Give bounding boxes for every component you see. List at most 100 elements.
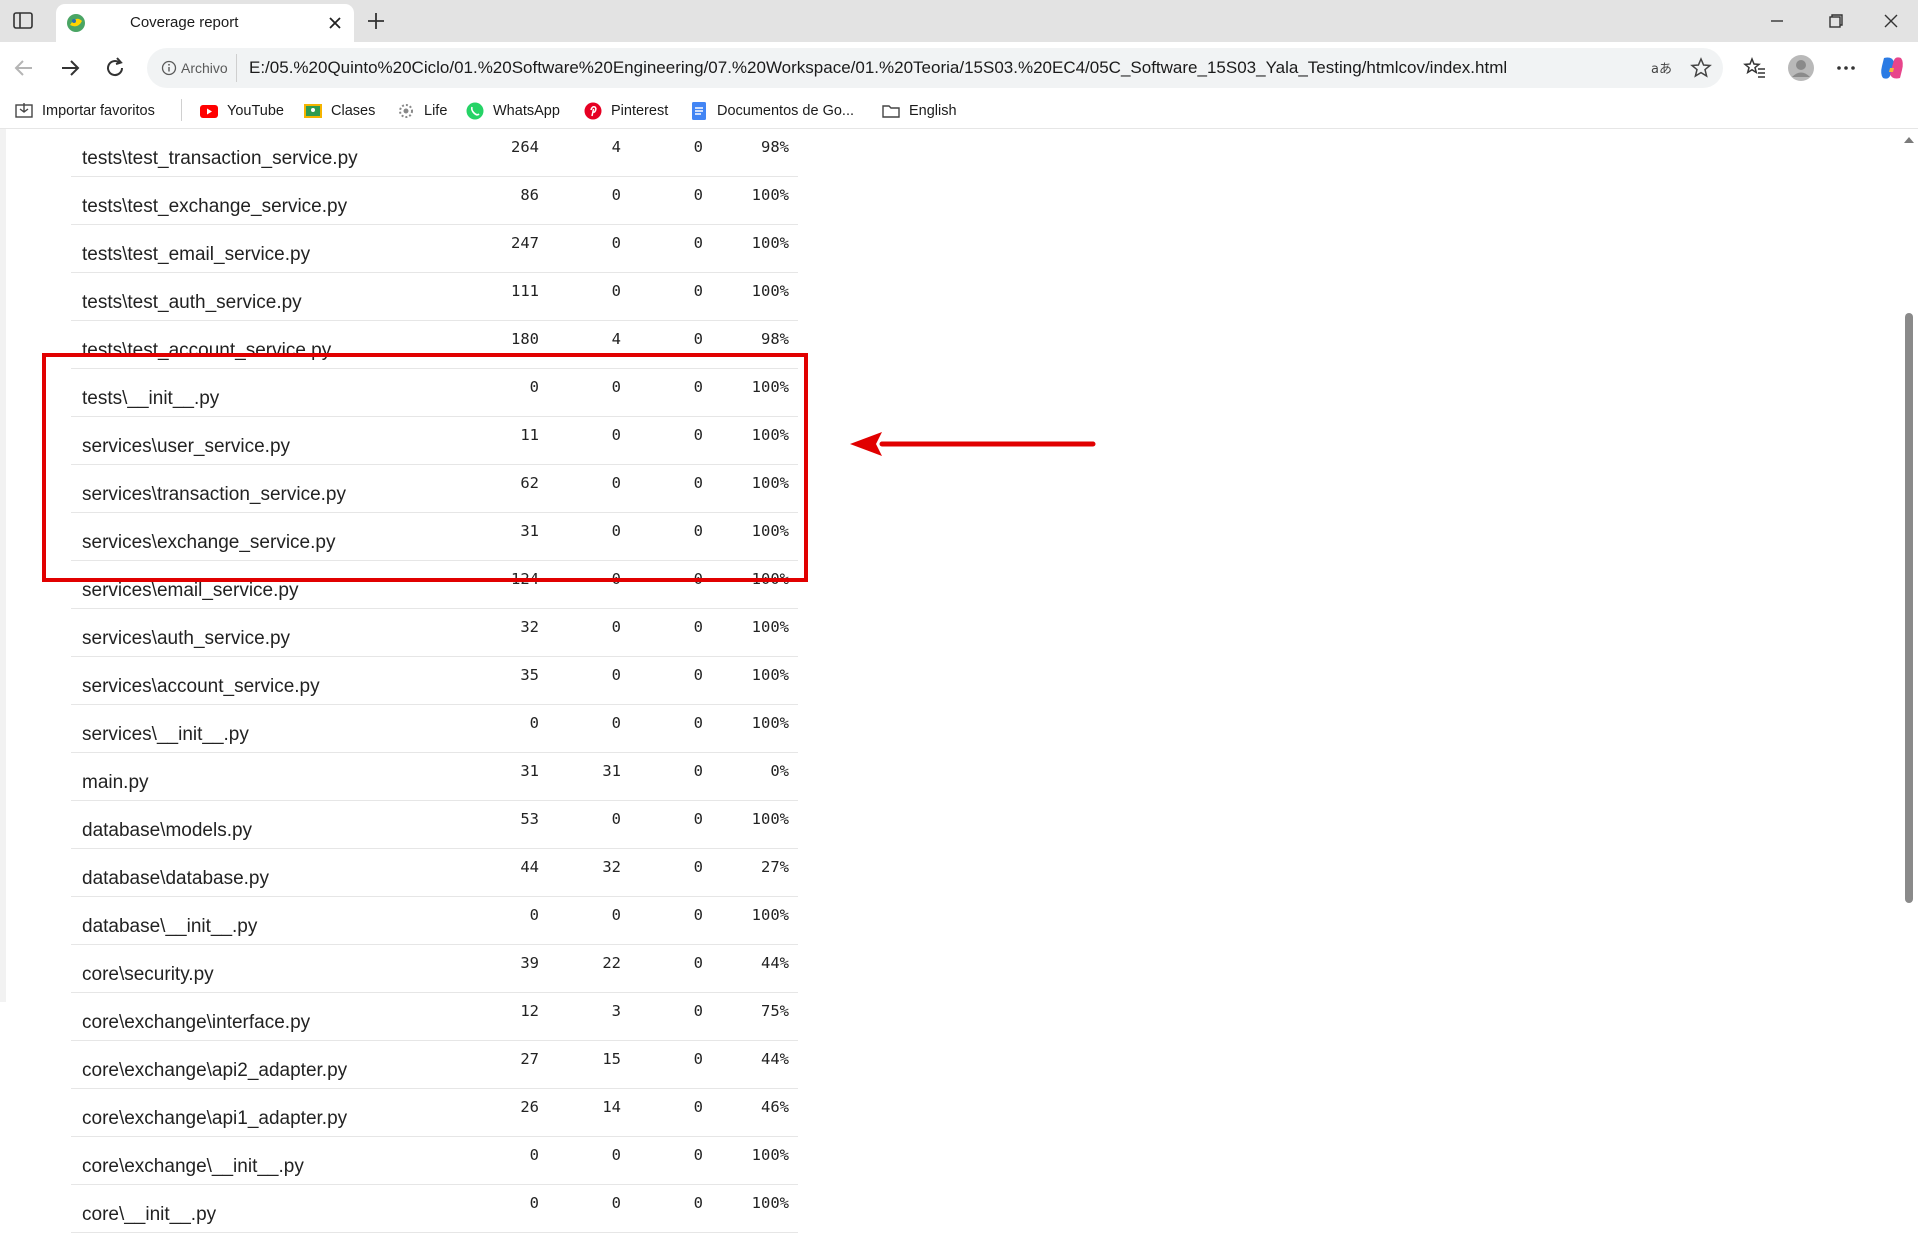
annotation-arrow-icon — [850, 432, 1096, 456]
whatsapp-icon — [465, 101, 485, 121]
excluded-cell: 0 — [621, 896, 703, 945]
file-name-cell[interactable]: core\exchange\interface.py — [71, 992, 457, 1041]
profile-avatar-icon[interactable] — [1787, 54, 1814, 81]
statements-cell: 12 — [457, 992, 539, 1041]
annotation-highlight-box — [42, 353, 808, 582]
missing-cell: 0 — [539, 1184, 621, 1233]
file-name-cell[interactable]: core\__init__.py — [71, 1184, 457, 1233]
file-name-cell[interactable]: core\security.py — [71, 944, 457, 993]
fav-label: Life — [424, 103, 448, 119]
table-row: core\exchange\interface.py 12 3 0 75% — [71, 992, 798, 1041]
youtube-icon — [199, 101, 219, 121]
excluded-cell: 0 — [621, 992, 703, 1041]
file-name-cell[interactable]: core\exchange\api1_adapter.py — [71, 1088, 457, 1137]
reload-icon[interactable] — [102, 55, 128, 81]
address-bar[interactable]: Archivo E:/05.%20Quinto%20Ciclo/01.%20So… — [147, 48, 1723, 88]
back-icon[interactable] — [11, 55, 37, 81]
folder-icon — [881, 101, 901, 121]
missing-cell: 15 — [539, 1040, 621, 1089]
fav-importar-favoritos[interactable]: Importar favoritos — [14, 100, 155, 122]
fav-pinterest[interactable]: Pinterest — [583, 100, 668, 122]
coverage-cell: 98% — [703, 129, 798, 177]
file-name-cell[interactable]: tests\test_transaction_service.py — [71, 129, 457, 177]
table-row: database\database.py 44 32 0 27% — [71, 848, 798, 897]
file-name-cell[interactable]: tests\test_email_service.py — [71, 224, 457, 273]
missing-cell: 22 — [539, 944, 621, 993]
favorite-star-icon[interactable] — [1689, 56, 1713, 80]
excluded-cell: 0 — [621, 176, 703, 225]
url-text[interactable]: E:/05.%20Quinto%20Ciclo/01.%20Software%2… — [249, 58, 1507, 78]
new-tab-icon[interactable] — [364, 9, 388, 33]
table-row: services\__init__.py 0 0 0 100% — [71, 704, 798, 753]
excluded-cell: 0 — [621, 704, 703, 753]
forward-icon[interactable] — [57, 55, 83, 81]
coverage-cell: 44% — [703, 1040, 798, 1089]
table-row: database\models.py 53 0 0 100% — [71, 800, 798, 849]
favorites-divider — [181, 99, 182, 121]
excluded-cell: 0 — [621, 656, 703, 705]
fav-whatsapp[interactable]: WhatsApp — [465, 100, 560, 122]
excluded-cell: 0 — [621, 129, 703, 177]
close-window-icon[interactable] — [1876, 8, 1906, 34]
close-tab-icon[interactable] — [324, 12, 346, 34]
restore-icon[interactable] — [1820, 8, 1850, 34]
file-name-cell[interactable]: tests\test_exchange_service.py — [71, 176, 457, 225]
fav-clases[interactable]: Clases — [303, 100, 375, 122]
file-name-cell[interactable]: main.py — [71, 752, 457, 801]
file-name-cell[interactable]: tests\test_auth_service.py — [71, 272, 457, 321]
statements-cell: 0 — [457, 704, 539, 753]
more-options-icon[interactable] — [1833, 55, 1859, 81]
missing-cell: 3 — [539, 992, 621, 1041]
file-name-cell[interactable]: core\exchange\__init__.py — [71, 1136, 457, 1185]
file-name-cell[interactable]: services\__init__.py — [71, 704, 457, 753]
active-tab[interactable]: Coverage report — [56, 4, 354, 42]
scroll-up-arrow-icon[interactable] — [1904, 137, 1914, 143]
table-row: tests\test_transaction_service.py 264 4 0 98… — [71, 129, 798, 177]
fav-label: Pinterest — [611, 103, 669, 119]
copilot-icon[interactable] — [1878, 54, 1904, 80]
fav-label: WhatsApp — [493, 103, 560, 119]
coverage-cell: 100% — [703, 1136, 798, 1185]
coverage-cell: 100% — [703, 608, 798, 657]
file-name-cell[interactable]: services\account_service.py — [71, 656, 457, 705]
coverage-cell: 100% — [703, 704, 798, 753]
sidebar-toggle-icon[interactable] — [12, 11, 36, 31]
table-row: database\__init__.py 0 0 0 100% — [71, 896, 798, 945]
scrollbar-thumb[interactable] — [1905, 313, 1913, 903]
file-name-cell[interactable]: database\database.py — [71, 848, 457, 897]
table-row: services\auth_service.py 32 0 0 100% — [71, 608, 798, 657]
fav-life[interactable]: Life — [396, 100, 447, 122]
minimize-icon[interactable] — [1762, 8, 1792, 34]
excluded-cell: 0 — [621, 752, 703, 801]
tab-strip: Coverage report — [0, 0, 1918, 42]
fav-youtube[interactable]: YouTube — [199, 100, 284, 122]
statements-cell: 264 — [457, 129, 539, 177]
statements-cell: 32 — [457, 608, 539, 657]
favorites-icon[interactable] — [1742, 55, 1768, 81]
table-row: core\exchange\api2_adapter.py 27 15 0 44% — [71, 1040, 798, 1089]
statements-cell: 53 — [457, 800, 539, 849]
file-name-cell[interactable]: services\auth_service.py — [71, 608, 457, 657]
table-row: core\__init__.py 0 0 0 100% — [71, 1184, 798, 1233]
classroom-icon — [303, 101, 323, 121]
coverage-cell: 100% — [703, 800, 798, 849]
toolbar: Archivo E:/05.%20Quinto%20Ciclo/01.%20So… — [0, 42, 1918, 94]
missing-cell: 0 — [539, 1136, 621, 1185]
coverage-cell: 100% — [703, 1184, 798, 1233]
site-info-chip[interactable]: Archivo — [153, 54, 237, 82]
read-aloud-icon[interactable]: aあ — [1649, 56, 1673, 80]
favorites-bar: Importar favoritos YouTube Clases Life W… — [0, 94, 1918, 129]
excluded-cell: 0 — [621, 608, 703, 657]
file-name-cell[interactable]: core\exchange\api2_adapter.py — [71, 1040, 457, 1089]
fav-label: YouTube — [227, 103, 284, 119]
table-row: core\exchange\api1_adapter.py 26 14 0 46% — [71, 1088, 798, 1137]
vertical-scrollbar[interactable] — [1900, 129, 1918, 1002]
fav-label: Importar favoritos — [42, 103, 155, 119]
coverage-cell: 100% — [703, 176, 798, 225]
coverage-cell: 100% — [703, 896, 798, 945]
missing-cell: 0 — [539, 800, 621, 849]
file-name-cell[interactable]: database\models.py — [71, 800, 457, 849]
fav-english[interactable]: English — [881, 100, 957, 122]
file-name-cell[interactable]: database\__init__.py — [71, 896, 457, 945]
fav-documentos[interactable]: Documentos de Go... — [689, 100, 854, 122]
